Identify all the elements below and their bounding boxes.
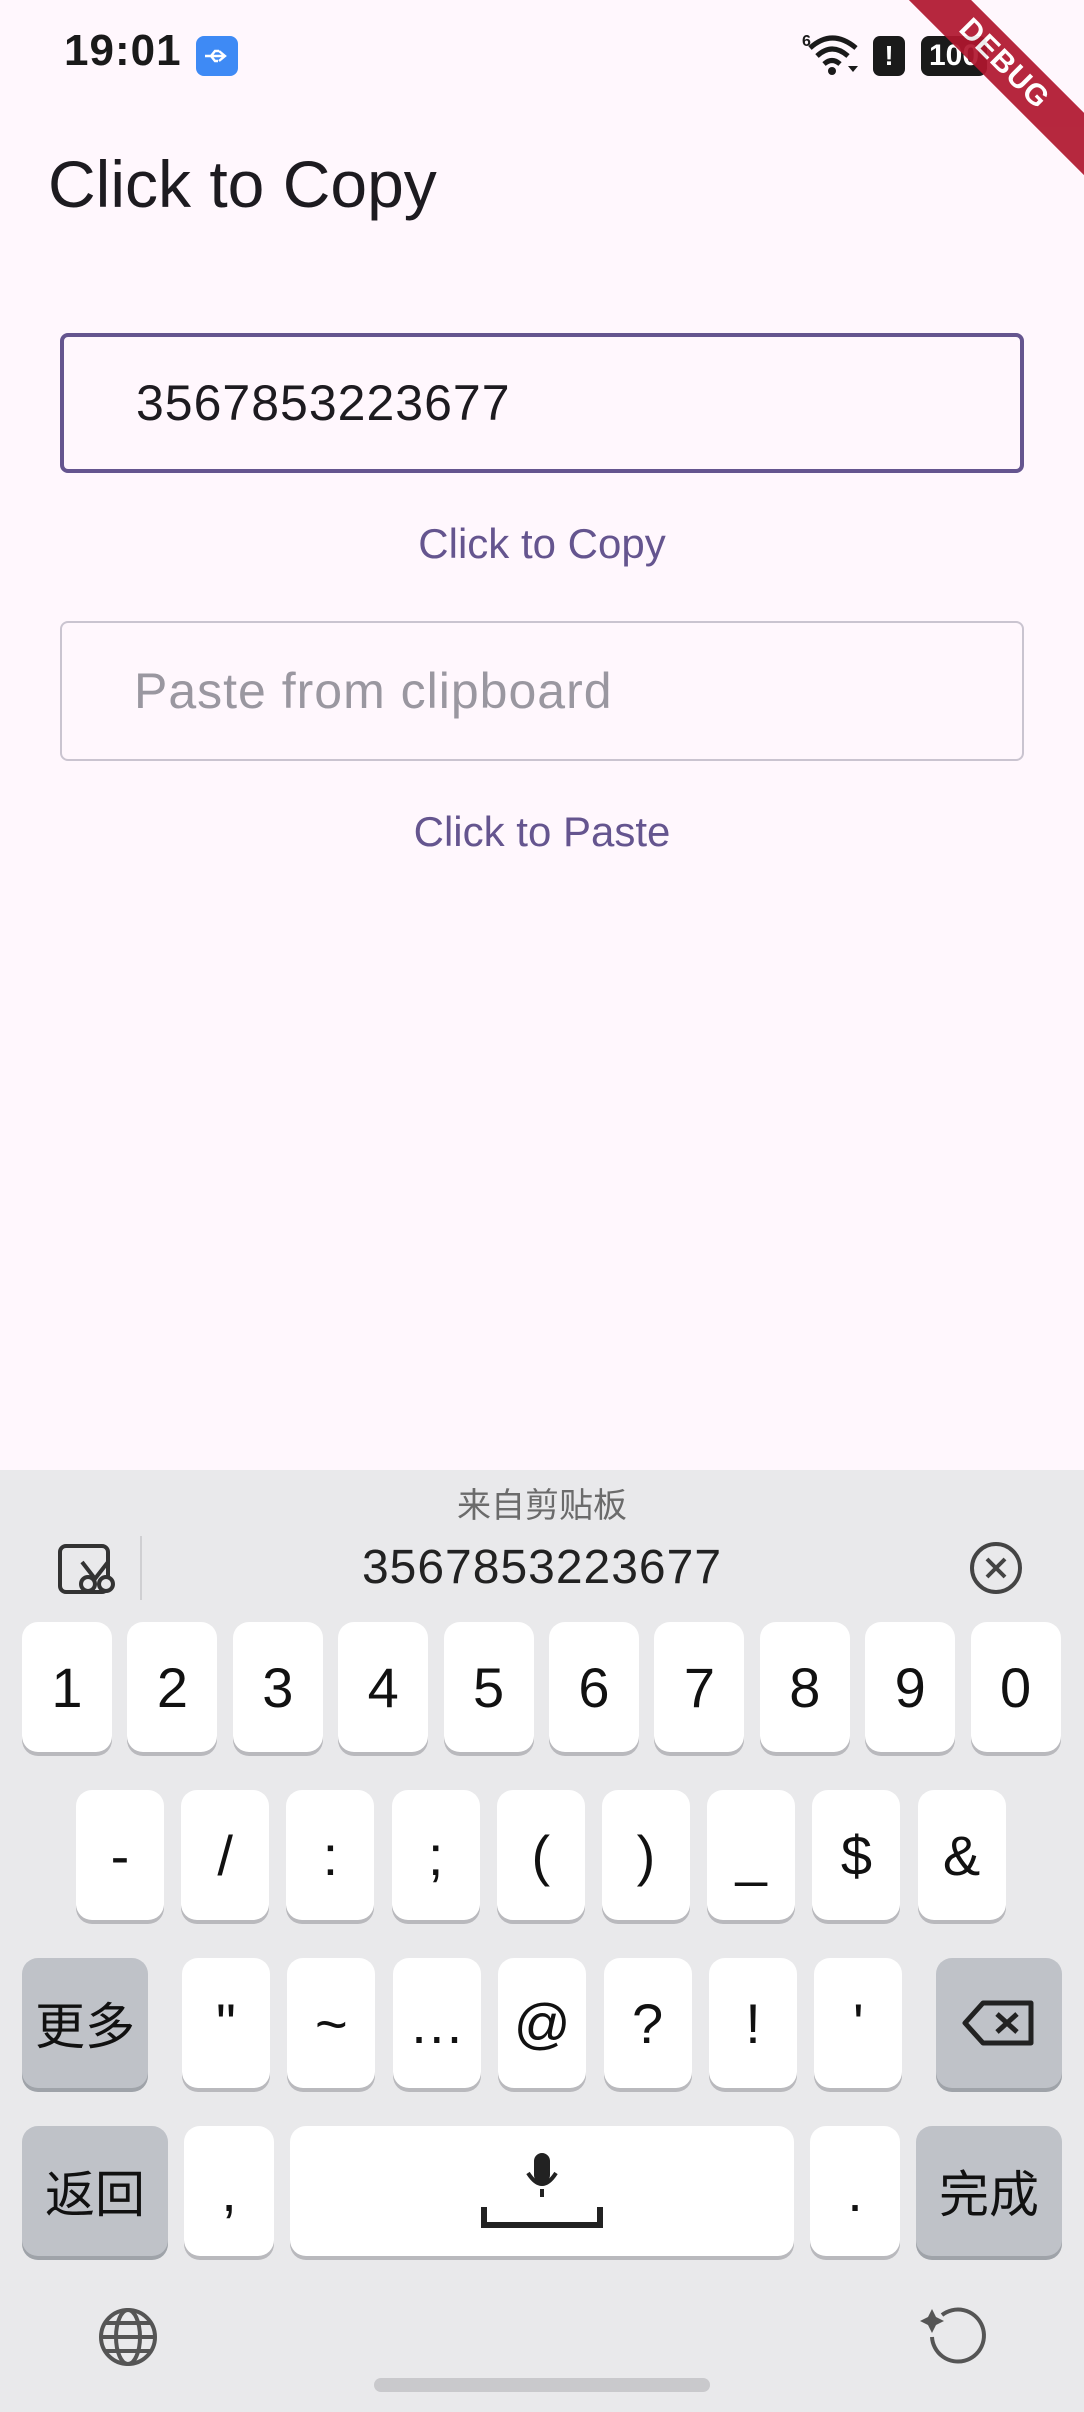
row3-key-6[interactable]: '	[814, 1958, 903, 2088]
alert-icon: !	[873, 36, 905, 76]
row2-key-5[interactable]: )	[602, 1790, 690, 1920]
more-symbols-key[interactable]: 更多	[22, 1958, 148, 2088]
copy-field-value: 3567853223677	[136, 375, 511, 431]
row1-key-8[interactable]: 9	[865, 1622, 956, 1752]
row1-key-0[interactable]: 1	[22, 1622, 112, 1752]
page-title: Click to Copy	[48, 147, 437, 221]
row1-key-7[interactable]: 8	[759, 1622, 850, 1752]
globe-icon[interactable]	[96, 2305, 160, 2374]
row1-key-1[interactable]: 2	[127, 1622, 218, 1752]
paste-button[interactable]: Click to Paste	[0, 808, 1084, 856]
copy-button[interactable]: Click to Copy	[0, 520, 1084, 568]
row2-key-4[interactable]: (	[496, 1790, 585, 1920]
backspace-key[interactable]	[936, 1958, 1062, 2088]
row3-key-1[interactable]: ~	[287, 1958, 376, 2088]
row3-key-2[interactable]: …	[392, 1958, 481, 2088]
comma-key[interactable]: ,	[184, 2126, 274, 2256]
keyboard	[0, 1470, 1084, 2412]
row2-key-0[interactable]: -	[76, 1790, 164, 1920]
usb-icon	[196, 36, 238, 76]
period-key[interactable]: .	[810, 2126, 900, 2256]
clipboard-item[interactable]: 3567853223677	[0, 1540, 1084, 1595]
row2-key-2[interactable]: :	[286, 1790, 375, 1920]
row3-key-3[interactable]: @	[498, 1958, 587, 2088]
paste-text-field[interactable]: Paste from clipboard	[60, 621, 1024, 761]
row1-key-9[interactable]: 0	[970, 1622, 1061, 1752]
clipboard-caption: 来自剪贴板	[457, 1487, 627, 1525]
row1-key-6[interactable]: 7	[654, 1622, 745, 1752]
row1-key-4[interactable]: 5	[443, 1622, 534, 1752]
clear-clipboard-icon[interactable]	[968, 1540, 1024, 1601]
back-key[interactable]: 返回	[22, 2126, 168, 2256]
debug-banner: DEBUG	[882, 0, 1084, 186]
row3-key-0[interactable]: "	[182, 1958, 270, 2088]
wifi-icon: 6	[800, 30, 864, 81]
ai-rotate-icon[interactable]	[920, 2303, 990, 2376]
row3-key-4[interactable]: ?	[603, 1958, 692, 2088]
row1-key-5[interactable]: 6	[549, 1622, 639, 1752]
row2-key-7[interactable]: $	[812, 1790, 901, 1920]
row1-key-2[interactable]: 3	[232, 1622, 323, 1752]
microphone-icon	[481, 2153, 603, 2228]
row3-key-5[interactable]: !	[709, 1958, 797, 2088]
row2-key-1[interactable]: /	[181, 1790, 270, 1920]
backspace-icon	[962, 2000, 1034, 2046]
paste-field-placeholder: Paste from clipboard	[134, 663, 613, 719]
row2-key-3[interactable]: ;	[391, 1790, 480, 1920]
home-indicator[interactable]	[374, 2378, 710, 2392]
row2-key-8[interactable]: &	[917, 1790, 1006, 1920]
done-key[interactable]: 完成	[916, 2126, 1062, 2256]
status-time: 19:01	[64, 26, 182, 75]
copy-text-field[interactable]: 3567853223677	[60, 333, 1024, 473]
row1-key-3[interactable]: 4	[338, 1622, 429, 1752]
row2-key-6[interactable]: _	[707, 1790, 796, 1920]
space-key[interactable]	[290, 2126, 794, 2256]
